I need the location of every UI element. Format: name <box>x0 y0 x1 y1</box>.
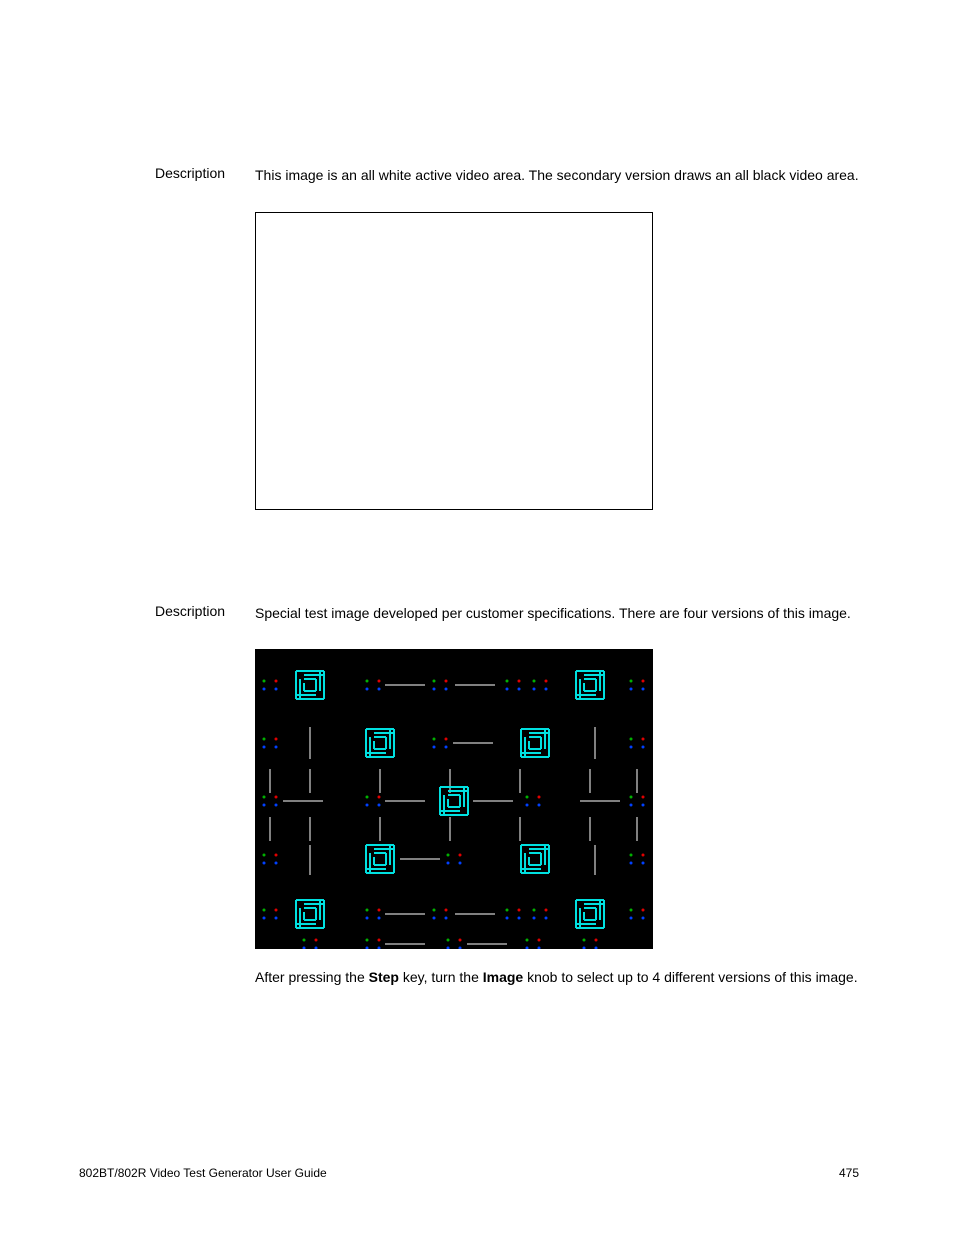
page-number: 475 <box>839 1166 859 1180</box>
description-text-1: This image is an all white active video … <box>255 165 859 187</box>
white-video-area-figure <box>255 212 653 510</box>
footer-text: 802BT/802R Video Test Generator User Gui… <box>79 1166 327 1180</box>
test-pattern-figure <box>255 649 653 949</box>
instruction-text: After pressing the Step key, turn the Im… <box>255 967 859 989</box>
description-label-1: Description <box>155 165 255 510</box>
description-text-2: Special test image developed per custome… <box>255 603 859 625</box>
description-label-2: Description <box>155 603 255 989</box>
